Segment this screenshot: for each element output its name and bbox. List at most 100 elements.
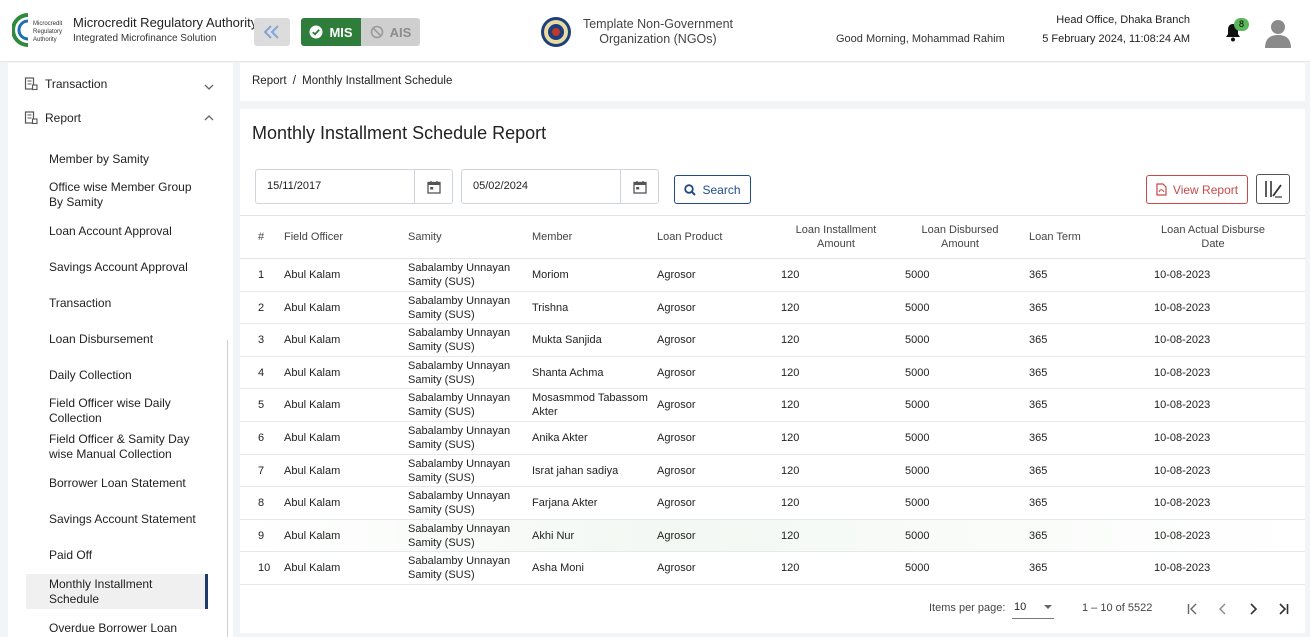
table-row[interactable]: 3 Abul Kalam Sabalamby Unnayan Samity (SUS… xyxy=(240,324,1305,357)
cell-installment-amount: 120 xyxy=(781,562,800,575)
sidebar-item-report[interactable]: Report xyxy=(24,108,81,128)
cell-installment-amount: 120 xyxy=(781,366,800,379)
table-row[interactable]: 10 Abul Kalam Sabalamby Unnayan Samity (SU… xyxy=(240,552,1305,585)
from-date-picker-button[interactable] xyxy=(414,170,452,203)
column-header-member[interactable]: Member xyxy=(532,216,642,258)
cell-installment-amount: 120 xyxy=(781,529,800,542)
sidebar-subitem-loan-disbursement[interactable]: Loan Disbursement xyxy=(26,329,208,349)
view-report-button[interactable]: View Report xyxy=(1146,175,1248,204)
sidebar-subitem-savings-account-statement[interactable]: Savings Account Statement xyxy=(26,503,208,535)
sidebar-subitem-paid-off[interactable]: Paid Off xyxy=(26,545,208,565)
items-per-page-value: 10 xyxy=(1014,601,1027,613)
last-page-button[interactable] xyxy=(1273,599,1293,619)
column-header-loan-term[interactable]: Loan Term xyxy=(1029,216,1139,258)
cell-index: 8 xyxy=(258,497,265,510)
ais-module-button[interactable]: AIS xyxy=(361,18,420,46)
cell-loan-term: 365 xyxy=(1029,399,1048,412)
cell-disbursed-amount: 5000 xyxy=(905,366,930,379)
sidebar-subitem-label: Member by Samity xyxy=(49,151,150,166)
next-page-button[interactable] xyxy=(1243,599,1263,619)
cell-field-officer: Abul Kalam xyxy=(284,334,341,347)
user-avatar[interactable] xyxy=(1264,18,1292,48)
cell-field-officer: Abul Kalam xyxy=(284,366,341,379)
column-header-installment-amount[interactable]: Loan Installment Amount xyxy=(781,216,891,258)
cell-member: Mukta Sanjida xyxy=(532,334,602,347)
chevron-up-icon[interactable] xyxy=(203,112,215,124)
breadcrumb-current: Monthly Installment Schedule xyxy=(302,75,453,87)
column-header-index[interactable]: # xyxy=(258,216,278,258)
sidebar-subitem-borrower-loan-statement[interactable]: Borrower Loan Statement xyxy=(26,473,208,493)
table-row[interactable]: 6 Abul Kalam Sabalamby Unnayan Samity (SUS… xyxy=(240,422,1305,455)
table-row[interactable]: 5 Abul Kalam Sabalamby Unnayan Samity (SUS… xyxy=(240,389,1305,422)
table-row[interactable]: 7 Abul Kalam Sabalamby Unnayan Samity (SUS… xyxy=(240,455,1305,488)
to-date-field[interactable]: 05/02/2024 xyxy=(461,169,659,204)
cell-index: 9 xyxy=(258,529,265,542)
table-row[interactable]: 8 Abul Kalam Sabalamby Unnayan Samity (SUS… xyxy=(240,487,1305,520)
search-button[interactable]: Search xyxy=(674,175,751,204)
sidebar-subitem-overdue-borrower-loan[interactable]: Overdue Borrower Loan xyxy=(26,618,208,637)
chevron-down-icon[interactable] xyxy=(203,81,215,93)
table-row[interactable]: 1 Abul Kalam Sabalamby Unnayan Samity (SUS… xyxy=(240,259,1305,292)
table-row[interactable]: 2 Abul Kalam Sabalamby Unnayan Samity (SUS… xyxy=(240,292,1305,325)
cell-samity: Sabalamby Unnayan Samity (SUS) xyxy=(408,424,511,451)
cell-disburse-date: 10-08-2023 xyxy=(1154,334,1211,347)
items-per-page-select[interactable]: 10 xyxy=(1012,599,1054,619)
sidebar-item-label: Transaction xyxy=(45,77,108,91)
breadcrumb: Report / Monthly Installment Schedule xyxy=(240,63,1305,101)
sidebar-subitem-manual-collection[interactable]: Field Officer & Samity Day wise Manual C… xyxy=(26,431,208,463)
sidebar-subitem-field-officer-daily-collection[interactable]: Field Officer wise Daily Collection xyxy=(26,395,208,427)
table-row[interactable]: 9 Abul Kalam Sabalamby Unnayan Samity (SUS… xyxy=(240,519,1305,553)
sidebar-subitem-label: Overdue Borrower Loan xyxy=(49,620,178,635)
sidebar-subitem-monthly-installment-schedule[interactable]: Monthly Installment Schedule xyxy=(26,574,208,609)
sidebar-scrollbar[interactable] xyxy=(227,340,232,637)
sidebar-subitem-office-member-group[interactable]: Office wise Member Group By Samity xyxy=(26,179,208,211)
sidebar-subitem-loan-account-approval[interactable]: Loan Account Approval xyxy=(26,221,208,241)
previous-page-button[interactable] xyxy=(1213,599,1233,619)
cell-field-officer: Abul Kalam xyxy=(284,464,341,477)
column-header-disbursed-amount[interactable]: Loan Disbursed Amount xyxy=(905,216,1015,258)
search-icon xyxy=(684,183,697,196)
from-date-field[interactable]: 15/11/2017 xyxy=(255,169,453,204)
column-settings-button[interactable] xyxy=(1256,174,1290,204)
table-row[interactable]: 4 Abul Kalam Sabalamby Unnayan Samity (SUS… xyxy=(240,357,1305,390)
column-header-field-officer[interactable]: Field Officer xyxy=(284,216,394,258)
collapse-sidebar-button[interactable] xyxy=(254,18,290,46)
sidebar-subitem-label: Paid Off xyxy=(49,547,93,562)
cell-loan-product: Agrosor xyxy=(657,529,696,542)
mis-module-button[interactable]: MIS xyxy=(301,18,361,46)
table-header: # Field Officer Samity Member Loan Produ… xyxy=(240,215,1305,259)
sidebar-subitem-label: Transaction xyxy=(49,295,112,310)
breadcrumb-parent-link[interactable]: Report xyxy=(252,75,287,87)
sidebar-subitem-label: Daily Collection xyxy=(49,367,132,382)
sidebar-subitem-member-by-samity[interactable]: Member by Samity xyxy=(26,149,208,169)
cell-disbursed-amount: 5000 xyxy=(905,529,930,542)
cell-index: 5 xyxy=(258,399,265,412)
cell-disbursed-amount: 5000 xyxy=(905,431,930,444)
sidebar-subitem-label: Borrower Loan Statement xyxy=(49,475,186,490)
sidebar-item-transaction[interactable]: Transaction xyxy=(24,74,107,94)
logo-text-line: Regulatory xyxy=(33,29,62,35)
cell-field-officer: Abul Kalam xyxy=(284,269,341,281)
organization-name: Template Non-Government Organization (NG… xyxy=(582,17,734,46)
search-button-label: Search xyxy=(702,182,741,197)
cell-installment-amount: 120 xyxy=(781,464,800,477)
cell-index: 6 xyxy=(258,431,265,444)
sidebar-subitem-label: Savings Account Statement xyxy=(49,511,196,526)
cell-disburse-date: 10-08-2023 xyxy=(1154,269,1211,281)
cell-member: Farjana Akter xyxy=(532,497,598,510)
first-page-button[interactable] xyxy=(1183,599,1203,619)
cell-disbursed-amount: 5000 xyxy=(905,562,930,575)
sidebar-subitem-transaction[interactable]: Transaction xyxy=(26,293,208,313)
page-title: Monthly Installment Schedule Report xyxy=(252,123,547,143)
cell-samity: Sabalamby Unnayan Samity (SUS) xyxy=(408,555,511,582)
sidebar-subitem-label: Field Officer & Samity Day wise Manual C… xyxy=(49,432,190,461)
column-header-disburse-date[interactable]: Loan Actual Disburse Date xyxy=(1153,216,1273,258)
column-header-loan-product[interactable]: Loan Product xyxy=(657,216,767,258)
cell-loan-product: Agrosor xyxy=(657,399,696,412)
sidebar-subitem-savings-account-approval[interactable]: Savings Account Approval xyxy=(26,257,208,277)
cell-field-officer: Abul Kalam xyxy=(284,399,341,412)
to-date-picker-button[interactable] xyxy=(620,170,658,203)
column-header-samity[interactable]: Samity xyxy=(408,216,518,258)
sidebar-subitem-daily-collection[interactable]: Daily Collection xyxy=(26,365,208,385)
cell-installment-amount: 120 xyxy=(781,301,800,314)
